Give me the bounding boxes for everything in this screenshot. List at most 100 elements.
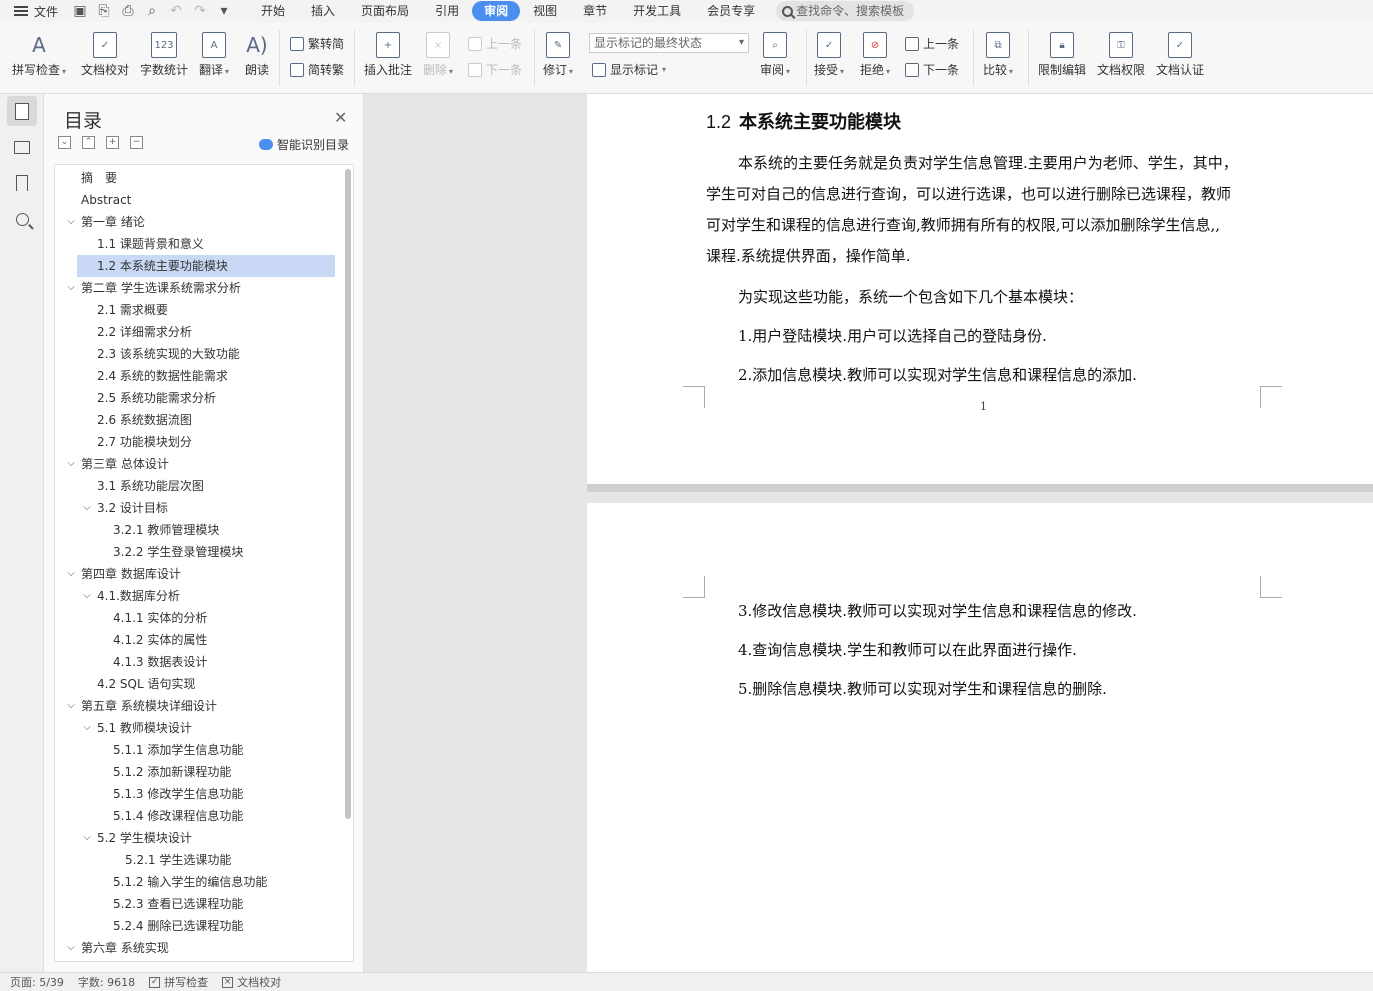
review-pane-button[interactable]: ⌕ 审阅 ▾ — [760, 32, 790, 78]
toc-item[interactable]: ⌵ 3.2 设计目标 — [55, 497, 335, 519]
doc-proof-button[interactable]: ✓ 文档校对 — [81, 32, 129, 78]
toc-item[interactable]: 1.2 本系统主要功能模块 — [77, 255, 335, 277]
document-page-1[interactable]: 1.2 本系统主要功能模块 本系统的主要任务就是负责对学生信息管理.主要用户为老师… — [587, 94, 1373, 484]
restrict-edit-button[interactable]: 🔒︎ 限制编辑 — [1038, 32, 1086, 78]
toc-item[interactable]: ⌵ 第二章 学生选课系统需求分析 — [55, 277, 335, 299]
toc-item[interactable]: 摘 要 — [55, 167, 335, 189]
tab-2[interactable]: 页面布局 — [348, 1, 422, 21]
chevron-down-icon[interactable]: ⌵ — [82, 585, 92, 607]
track-changes-button[interactable]: ✎ 修订 ▾ — [543, 32, 573, 78]
list-item[interactable]: 4.查询信息模块.学生和教师可以在此界面进行操作. — [738, 639, 1077, 660]
markup-state-select[interactable]: 显示标记的最终状态 — [589, 33, 749, 53]
list-item[interactable]: 1.用户登陆模块.用户可以选择自己的登陆身份. — [738, 325, 1047, 346]
nav-pane-toggle[interactable] — [7, 132, 37, 162]
document-page-2[interactable]: 3.修改信息模块.教师可以实现对学生信息和课程信息的修改. 4.查询信息模块.学… — [587, 503, 1373, 972]
tab-1[interactable]: 插入 — [298, 1, 348, 21]
toc-item[interactable]: 5.1.3 修改学生信息功能 — [55, 783, 335, 805]
insert-comment-button[interactable]: + 插入批注 — [364, 32, 412, 78]
expand-all-icon[interactable]: ⌄ — [58, 136, 71, 149]
customize-toolbar-icon[interactable]: ▾ — [216, 3, 232, 19]
remove-heading-icon[interactable]: − — [130, 136, 143, 149]
tab-5[interactable]: 视图 — [520, 1, 570, 21]
paragraph-line[interactable]: 为实现这些功能，系统一个包含如下几个基本模块： — [738, 286, 1083, 307]
toc-item[interactable]: ⌵ 第四章 数据库设计 — [55, 563, 335, 585]
chevron-down-icon[interactable]: ⌵ — [66, 453, 76, 475]
toc-scroll-thumb[interactable] — [345, 169, 351, 819]
chevron-down-icon[interactable]: ⌵ — [66, 211, 76, 233]
toc-item[interactable]: ⌵ 第一章 绪论 — [55, 211, 335, 233]
chevron-down-icon[interactable]: ⌵ — [66, 937, 76, 959]
doc-auth-button[interactable]: ✓ 文档认证 — [1156, 32, 1204, 78]
toc-item[interactable]: 2.6 系统数据流图 — [55, 409, 335, 431]
tab-7[interactable]: 开发工具 — [620, 1, 694, 21]
toc-item[interactable]: 2.2 详细需求分析 — [55, 321, 335, 343]
next-comment-button[interactable]: 下一条 — [468, 61, 522, 78]
paragraph-line[interactable]: 课程.系统提供界面，操作简单. — [706, 245, 911, 266]
collapse-all-icon[interactable]: ⌃ — [82, 136, 95, 149]
toc-item[interactable]: 2.3 该系统实现的大致功能 — [55, 343, 335, 365]
add-heading-icon[interactable]: + — [106, 136, 119, 149]
save-icon[interactable]: ▣ — [72, 3, 88, 19]
toc-item[interactable]: 4.1.3 数据表设计 — [55, 651, 335, 673]
smart-detect-toc-button[interactable]: 智能识别目录 — [259, 136, 349, 153]
paragraph-line[interactable]: 学生可对自己的信息进行查询，可以进行选课，也可以进行删除已选课程，教师 — [706, 183, 1231, 204]
tab-3[interactable]: 引用 — [422, 1, 472, 21]
read-aloud-button[interactable]: A) 朗读 — [245, 32, 269, 78]
toc-item[interactable]: ⌵ 第五章 系统模块详细设计 — [55, 695, 335, 717]
chevron-down-icon[interactable]: ⌵ — [66, 563, 76, 585]
print-icon[interactable]: ⎙ — [120, 3, 136, 19]
to-traditional-button[interactable]: 繁转简 — [290, 35, 344, 52]
toc-item[interactable]: 3.2.2 学生登录管理模块 — [55, 541, 335, 563]
to-simplified-button[interactable]: 简转繁 — [290, 61, 344, 78]
undo-icon[interactable]: ↶ — [168, 3, 184, 19]
chevron-down-icon[interactable]: ⌵ — [82, 497, 92, 519]
toc-item[interactable]: 4.1.1 实体的分析 — [55, 607, 335, 629]
spell-check-button[interactable]: A 拼写检查 ▾ — [12, 32, 66, 78]
toc-item[interactable]: 3.2.1 教师管理模块 — [55, 519, 335, 541]
chevron-down-icon[interactable]: ⌵ — [82, 827, 92, 849]
chevron-down-icon[interactable]: ⌵ — [66, 277, 76, 299]
doc-rights-button[interactable]: ⚿ 文档权限 — [1097, 32, 1145, 78]
toc-item[interactable]: ⌵ 4.1.数据库分析 — [55, 585, 335, 607]
tab-0[interactable]: 开始 — [248, 1, 298, 21]
toc-item[interactable]: 5.1.2 添加新课程功能 — [55, 761, 335, 783]
toc-item[interactable]: ⌵ 第六章 系统实现 — [55, 937, 335, 959]
toc-item[interactable]: ⌵ 5.2 学生模块设计 — [55, 827, 335, 849]
paragraph-line[interactable]: 本系统的主要任务就是负责对学生信息管理.主要用户为老师、学生，其中， — [738, 152, 1238, 173]
chevron-down-icon[interactable]: ⌵ — [66, 695, 76, 717]
list-item[interactable]: 3.修改信息模块.教师可以实现对学生信息和课程信息的修改. — [738, 600, 1137, 621]
document-area[interactable]: 1.2 本系统主要功能模块 本系统的主要任务就是负责对学生信息管理.主要用户为老师… — [364, 94, 1373, 972]
page-indicator[interactable]: 页面: 5/39 — [10, 974, 64, 990]
toc-item[interactable]: 5.2.4 删除已选课程功能 — [55, 915, 335, 937]
toc-item[interactable]: 5.2.1 学生选课功能 — [55, 849, 335, 871]
print-preview-icon[interactable]: ⌕ — [144, 3, 160, 19]
redo-icon[interactable]: ↷ — [192, 3, 208, 19]
toc-item[interactable]: 2.4 系统的数据性能需求 — [55, 365, 335, 387]
toc-item[interactable]: ⌵ 第三章 总体设计 — [55, 453, 335, 475]
tab-4[interactable]: 审阅 — [472, 1, 521, 21]
bookmark-pane-toggle[interactable] — [7, 168, 37, 198]
toc-item[interactable]: 4.2 SQL 语句实现 — [55, 673, 335, 695]
close-icon[interactable]: ✕ — [334, 108, 347, 127]
list-item[interactable]: 2.添加信息模块.教师可以实现对学生信息和课程信息的添加. — [738, 364, 1137, 385]
status-doc-proof[interactable]: × 文档校对 — [222, 974, 281, 990]
file-menu[interactable]: 文件 — [0, 0, 66, 22]
prev-comment-button[interactable]: 上一条 — [468, 35, 522, 52]
compare-button[interactable]: ⧉ 比较 ▾ — [983, 32, 1013, 78]
toc-item[interactable]: 5.1.1 添加学生信息功能 — [55, 739, 335, 761]
toc-item[interactable]: 5.1.4 修改课程信息功能 — [55, 805, 335, 827]
toc-item[interactable]: 3.1 系统功能层次图 — [55, 475, 335, 497]
reject-button[interactable]: ⊘ 拒绝 ▾ — [860, 32, 890, 78]
paragraph-line[interactable]: 可对学生和课程的信息进行查询,教师拥有所有的权限,可以添加删除学生信息,, — [706, 214, 1220, 235]
toc-item[interactable]: 2.7 功能模块划分 — [55, 431, 335, 453]
prev-change-button[interactable]: 上一条 — [905, 35, 959, 52]
toc-item[interactable]: Abstract — [55, 189, 335, 211]
toc-item[interactable]: 5.2.3 查看已选课程功能 — [55, 893, 335, 915]
show-markup-button[interactable]: 显示标记 ▾ — [592, 61, 666, 78]
status-spell-check[interactable]: ✓ 拼写检查 — [149, 974, 208, 990]
translate-button[interactable]: A 翻译 ▾ — [199, 32, 229, 78]
tab-8[interactable]: 会员专享 — [694, 1, 768, 21]
toc-item[interactable]: 4.1.2 实体的属性 — [55, 629, 335, 651]
toc-item[interactable]: 2.1 需求概要 — [55, 299, 335, 321]
accept-button[interactable]: ✓ 接受 ▾ — [814, 32, 844, 78]
